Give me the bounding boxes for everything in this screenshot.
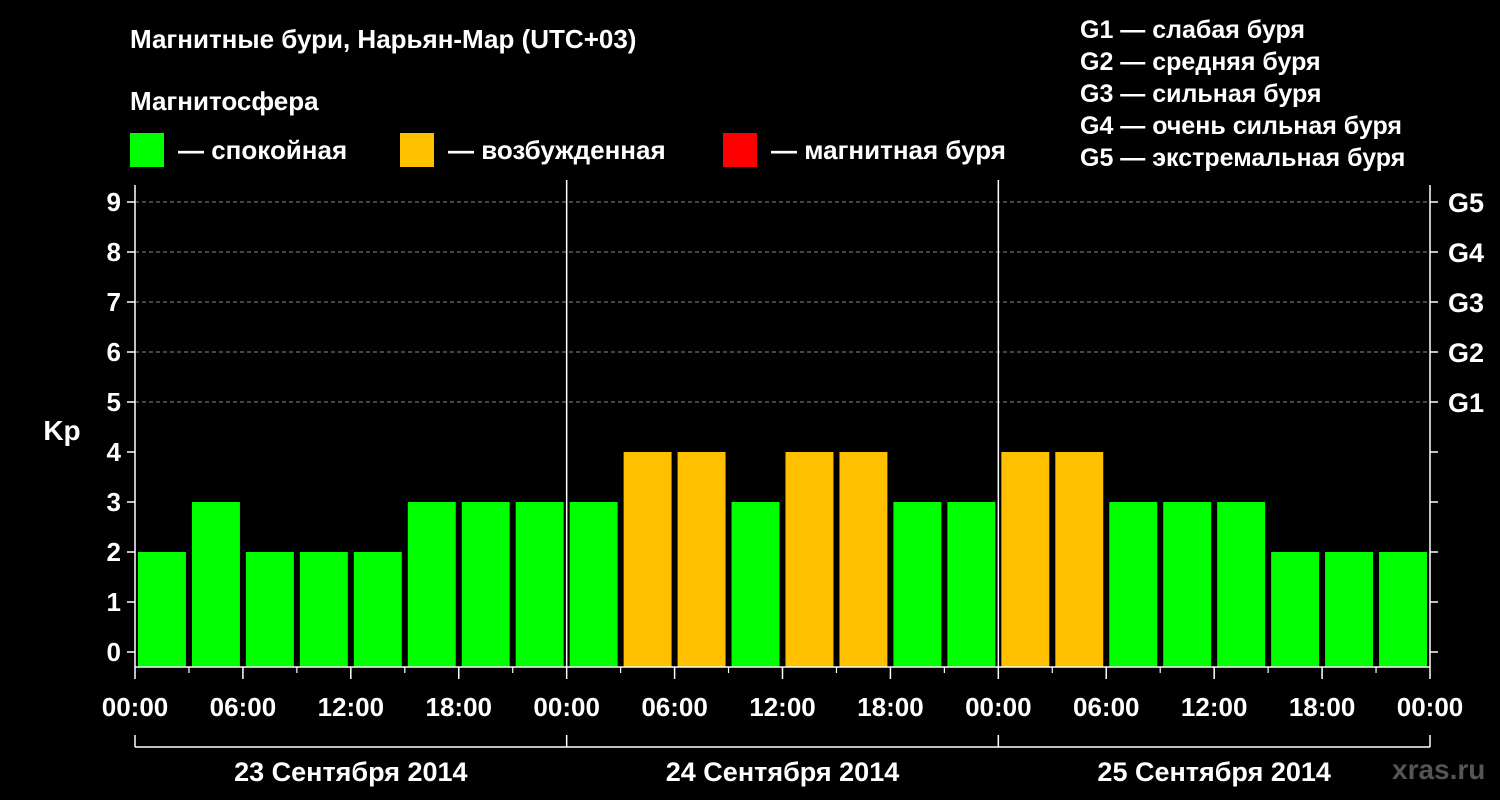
kp-bar-4 (353, 552, 402, 667)
y-tick-label-1: 1 (107, 587, 121, 617)
kp-bar-22 (1325, 552, 1374, 667)
y-tick-label-0: 0 (107, 637, 121, 667)
x-tick-label-0: 00:00 (102, 692, 169, 722)
kp-bar-3 (299, 552, 348, 667)
x-tick-label-1: 06:00 (210, 692, 277, 722)
kp-bar-21 (1271, 552, 1320, 667)
x-tick-label-3: 18:00 (426, 692, 493, 722)
kp-bar-15 (947, 502, 996, 667)
y-tick-label-6: 6 (107, 337, 121, 367)
kp-bar-5 (407, 502, 456, 667)
kp-bar-8 (569, 502, 618, 667)
x-tick-label-7: 18:00 (857, 692, 924, 722)
x-tick-label-9: 06:00 (1073, 692, 1140, 722)
x-tick-label-2: 12:00 (318, 692, 385, 722)
watermark: xras.ru (1392, 754, 1486, 785)
y-tick-label-7: 7 (107, 287, 121, 317)
kp-bar-20 (1217, 502, 1266, 667)
y-tick-label-8: 8 (107, 237, 121, 267)
y-tick-label-9: 9 (107, 187, 121, 217)
x-tick-label-8: 00:00 (965, 692, 1032, 722)
kp-bar-17 (1055, 452, 1104, 667)
y-axis-label: Kp (43, 415, 80, 446)
kp-bar-11 (731, 502, 780, 667)
kp-bar-14 (893, 502, 942, 667)
day-label-0: 23 Сентября 2014 (234, 757, 467, 787)
kp-bar-16 (1001, 452, 1050, 667)
kp-bar-13 (839, 452, 888, 667)
day-label-2: 25 Сентября 2014 (1097, 757, 1330, 787)
kp-bar-0 (138, 552, 186, 667)
right-axis-label-g2: G2 (1448, 338, 1484, 368)
kp-bar-chart: 0 1 2 3 4 5 6 7 8 9 G1 G2 G3 G4 G5 Kp 00:00 06:00 12:00 18:… (43, 180, 1484, 787)
kp-bar-2 (245, 552, 294, 667)
right-axis-label-g3: G3 (1448, 288, 1484, 318)
x-tick-label-6: 12:00 (749, 692, 816, 722)
y-tick-label-5: 5 (107, 387, 121, 417)
right-axis-label-g4: G4 (1448, 238, 1484, 268)
kp-bar-12 (785, 452, 834, 667)
x-tick-label-12: 00:00 (1397, 692, 1464, 722)
day-label-1: 24 Сентября 2014 (666, 757, 899, 787)
x-tick-label-4: 00:00 (533, 692, 600, 722)
y-tick-label-3: 3 (107, 487, 121, 517)
right-axis-label-g5: G5 (1448, 188, 1484, 218)
kp-bar-7 (515, 502, 564, 667)
kp-bar-9 (623, 452, 672, 667)
kp-bar-23 (1379, 552, 1427, 667)
x-tick-label-5: 06:00 (641, 692, 708, 722)
y-tick-label-2: 2 (107, 537, 121, 567)
kp-bar-19 (1163, 502, 1212, 667)
x-tick-label-11: 18:00 (1289, 692, 1356, 722)
kp-bar-6 (461, 502, 510, 667)
x-tick-label-10: 12:00 (1181, 692, 1248, 722)
kp-bar-10 (677, 452, 726, 667)
right-axis-label-g1: G1 (1448, 388, 1484, 418)
kp-bar-1 (191, 502, 240, 667)
y-tick-label-4: 4 (107, 437, 122, 467)
kp-bar-18 (1109, 502, 1158, 667)
